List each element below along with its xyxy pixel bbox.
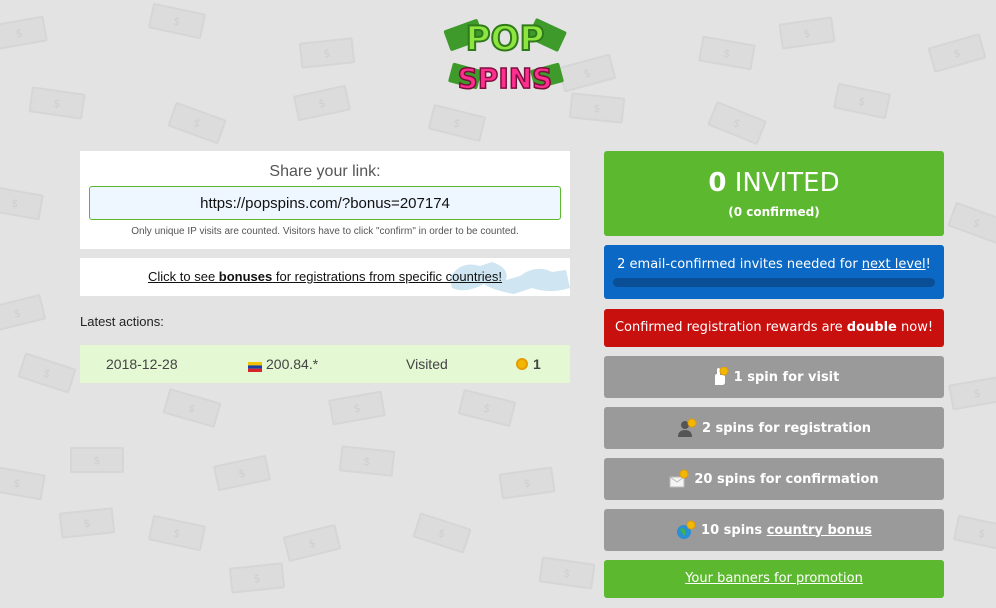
- action-date: 2018-12-28: [106, 356, 178, 372]
- dollar-bill-icon: $: [17, 352, 77, 394]
- referral-link-input[interactable]: [89, 186, 561, 220]
- action-ip-text: 200.84.*: [266, 356, 319, 372]
- next-level-panel: 2 email-confirmed invites needed for nex…: [604, 245, 944, 299]
- dollar-bill-icon: $: [58, 507, 116, 539]
- invited-panel: 0 INVITED (0 confirmed): [604, 151, 944, 236]
- coin-icon: [516, 358, 528, 370]
- dollar-bill-icon: $: [927, 33, 987, 73]
- dollar-bill-icon: $: [212, 454, 272, 492]
- dollar-bill-icon: $: [0, 465, 46, 501]
- action-spins: 1: [516, 356, 541, 372]
- user-icon: [677, 418, 697, 438]
- invited-count: 0 INVITED: [708, 168, 840, 198]
- level-progress-bar: [613, 278, 935, 287]
- spins-for-confirmation-label: 20 spins for confirmation: [694, 471, 879, 487]
- dollar-bill-icon: $: [0, 15, 48, 51]
- dollar-bill-icon: $: [707, 100, 767, 146]
- table-row: 2018-12-28 200.84.* Visited 1: [80, 345, 570, 383]
- logo-line1: POP: [466, 19, 545, 59]
- dollar-bill-icon: $: [292, 84, 352, 122]
- dollar-bill-icon: $: [0, 293, 47, 333]
- dollar-bill-icon: $: [328, 390, 386, 426]
- country-bonus-button[interactable]: 10 spins country bonus: [604, 509, 944, 551]
- globe-icon: [676, 520, 696, 540]
- spins-for-confirmation-button[interactable]: 20 spins for confirmation: [604, 458, 944, 500]
- dollar-bill-icon: $: [162, 388, 222, 428]
- popspins-logo[interactable]: POP SPINS: [440, 4, 570, 100]
- country-bonuses-link[interactable]: Click to see bonuses for registrations f…: [148, 269, 502, 284]
- spins-for-registration-button[interactable]: 2 spins for registration: [604, 407, 944, 449]
- action-status: Visited: [406, 356, 448, 372]
- dollar-bill-icon: $: [338, 445, 396, 477]
- logo-line2: SPINS: [458, 62, 553, 95]
- dollar-bill-icon: $: [167, 101, 227, 145]
- dollar-bill-icon: $: [147, 2, 207, 40]
- action-ip: 200.84.*: [248, 356, 318, 372]
- dollar-bill-icon: $: [778, 16, 836, 50]
- dollar-bill-icon: $: [568, 92, 626, 124]
- invited-confirmed: (0 confirmed): [728, 205, 820, 219]
- venezuela-flag-icon: [248, 359, 262, 372]
- spins-for-registration-label: 2 spins for registration: [701, 420, 872, 436]
- share-panel: Share your link: Only unique IP visits a…: [80, 151, 570, 249]
- dollar-bill-icon: $: [228, 562, 286, 594]
- dollar-bill-icon: $: [948, 375, 996, 411]
- dollar-bill-icon: $: [282, 523, 342, 563]
- action-spins-value: 1: [533, 356, 541, 372]
- double-rewards-notice: Confirmed registration rewards are doubl…: [604, 309, 944, 347]
- dollar-bill-icon: $: [952, 514, 996, 552]
- dollar-bill-icon: $: [412, 512, 472, 554]
- share-note: Only unique IP visits are counted. Visit…: [131, 226, 519, 237]
- dollar-bill-icon: $: [947, 201, 996, 245]
- dollar-bill-icon: $: [147, 514, 207, 552]
- next-level-link[interactable]: next level: [862, 257, 926, 272]
- latest-actions-label: Latest actions:: [80, 314, 164, 329]
- spin-for-visit-button[interactable]: 1 spin for visit: [604, 356, 944, 398]
- dollar-bill-icon: $: [28, 86, 86, 120]
- next-level-text: 2 email-confirmed invites needed for nex…: [617, 257, 931, 272]
- country-bonus-panel: Click to see bonuses for registrations f…: [80, 258, 570, 296]
- share-title: Share your link:: [269, 163, 381, 180]
- dollar-bill-icon: $: [70, 447, 124, 473]
- banners-promotion-label: Your banners for promotion: [685, 571, 863, 586]
- country-bonus-link[interactable]: country bonus: [767, 523, 872, 538]
- dollar-bill-icon: $: [538, 556, 596, 590]
- dollar-bill-icon: $: [832, 82, 892, 120]
- dollar-bill-icon: $: [498, 466, 556, 500]
- spin-for-visit-label: 1 spin for visit: [733, 369, 840, 385]
- country-bonus-text: 10 spins country bonus: [701, 522, 872, 538]
- dollar-bill-icon: $: [698, 35, 756, 71]
- hand-pointer-icon: [709, 367, 729, 387]
- dollar-bill-icon: $: [0, 185, 44, 221]
- banners-promotion-button[interactable]: Your banners for promotion: [604, 560, 944, 598]
- email-check-icon: [669, 469, 689, 489]
- dollar-bill-icon: $: [298, 37, 356, 69]
- dollar-bill-icon: $: [427, 103, 487, 143]
- dollar-bill-icon: $: [457, 388, 517, 428]
